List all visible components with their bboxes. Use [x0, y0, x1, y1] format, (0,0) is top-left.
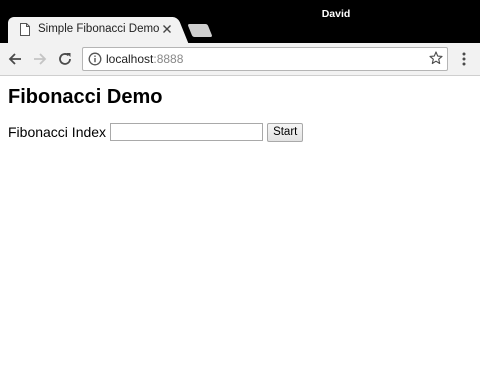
address-bar[interactable]: localhost:8888	[82, 47, 448, 71]
url-host: localhost	[106, 52, 154, 66]
start-button[interactable]: Start	[267, 122, 304, 142]
tab-title: Simple Fibonacci Demo	[38, 23, 160, 35]
url-text[interactable]: localhost:8888	[106, 52, 183, 66]
page-content: Fibonacci Demo Fibonacci Index Start	[0, 76, 480, 142]
kebab-menu-icon[interactable]	[458, 51, 470, 67]
forward-arrow-icon[interactable]	[32, 51, 48, 67]
page-icon	[20, 23, 30, 36]
page-title: Fibonacci Demo	[8, 86, 163, 108]
back-arrow-icon[interactable]	[7, 51, 23, 67]
fibonacci-form: Fibonacci Index Start	[8, 122, 472, 142]
new-tab-button[interactable]	[187, 24, 213, 37]
browser-tab[interactable]: Simple Fibonacci Demo	[8, 17, 176, 43]
browser-toolbar: localhost:8888	[0, 43, 480, 76]
info-icon[interactable]	[88, 52, 102, 66]
close-icon[interactable]	[161, 23, 173, 35]
profile-name[interactable]: David	[320, 8, 352, 20]
browser-title-bar: Simple Fibonacci Demo David	[0, 0, 480, 43]
url-port: :8888	[153, 52, 184, 66]
fibonacci-index-input[interactable]	[110, 123, 264, 141]
fibonacci-index-label: Fibonacci Index	[8, 124, 107, 140]
star-icon[interactable]	[429, 51, 443, 65]
reload-icon[interactable]	[57, 51, 73, 67]
